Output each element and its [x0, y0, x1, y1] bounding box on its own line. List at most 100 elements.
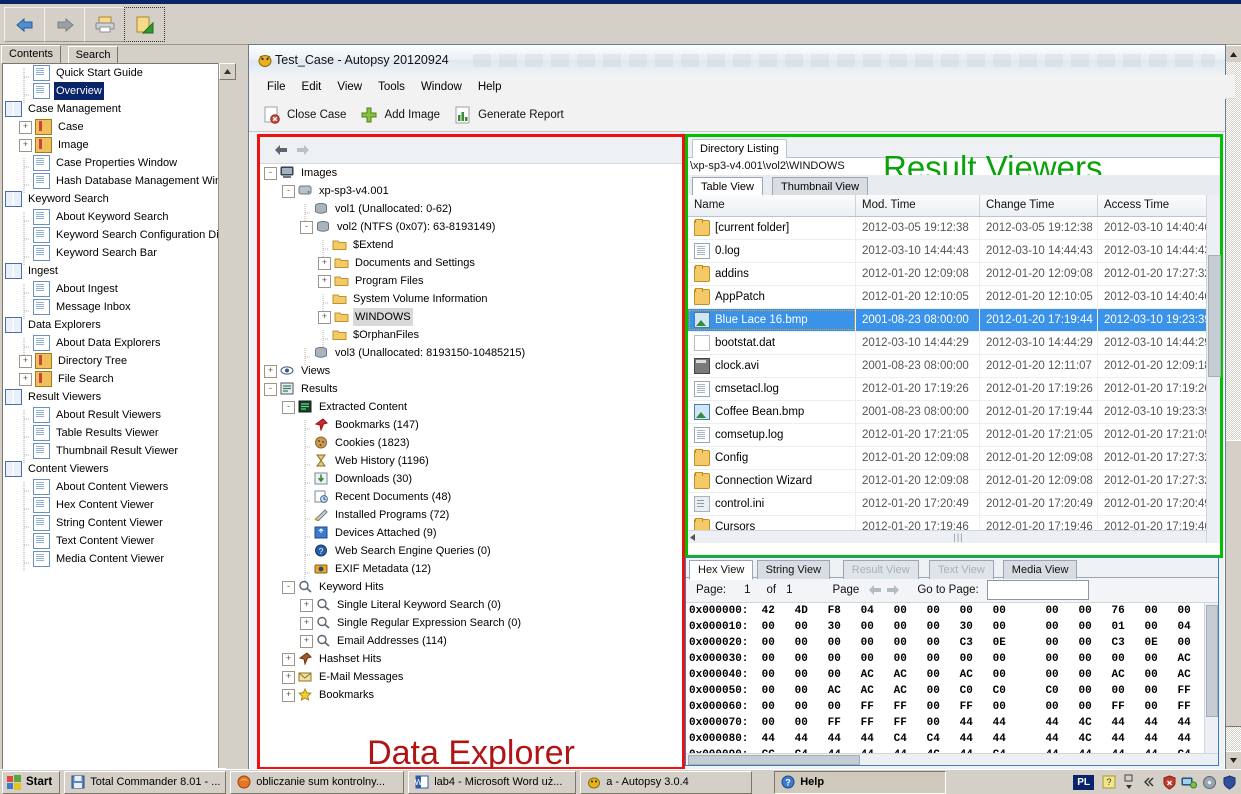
column-header-name[interactable]: Name	[688, 195, 856, 216]
help-tree-item[interactable]: About Keyword Search	[3, 208, 225, 230]
help-tree-item[interactable]: Result Viewers	[3, 388, 225, 406]
dx-tree-item[interactable]: + Hashset Hits	[260, 650, 682, 668]
help-scroll-down-button[interactable]	[1224, 751, 1241, 770]
dx-tree-item[interactable]: $Extend	[260, 236, 682, 258]
help-tree-item[interactable]: + File Search	[3, 370, 225, 388]
table-row[interactable]: Blue Lace 16.bmp 2001-08-23 08:00:00 2012-…	[688, 309, 1220, 332]
tab-directory-listing[interactable]: Directory Listing	[692, 139, 787, 158]
close-case-button[interactable]: Close Case	[263, 106, 346, 124]
dx-tree-item[interactable]: - Results	[260, 380, 682, 398]
help-tree-item[interactable]: Hash Database Management Window	[3, 172, 225, 194]
expand-icon[interactable]: +	[282, 670, 295, 684]
help-tree-item[interactable]: Message Inbox	[3, 298, 225, 320]
shield-red-icon[interactable]	[1160, 773, 1178, 791]
table-row[interactable]: Coffee Bean.bmp 2001-08-23 08:00:00 2012-0…	[688, 401, 1220, 424]
shield-blue-icon[interactable]	[1220, 773, 1238, 791]
help-tree-item[interactable]: About Result Viewers	[3, 406, 225, 428]
tree-scroll-up[interactable]	[219, 63, 236, 80]
help-tree-item[interactable]: Case Management	[3, 100, 225, 118]
dx-back-button[interactable]	[270, 140, 292, 160]
collapse-icon[interactable]: -	[264, 166, 277, 180]
start-button[interactable]: Start	[2, 770, 61, 794]
dx-tree-item[interactable]: + E-Mail Messages	[260, 668, 682, 686]
dx-tree-item[interactable]: ? Web Search Engine Queries (0)	[260, 542, 682, 564]
dx-tree-item[interactable]: EXIF Metadata (12)	[260, 560, 682, 582]
menu-item-file[interactable]: File	[259, 79, 294, 95]
taskbar-task[interactable]: obliczanie sum kontrolny...	[230, 770, 405, 794]
column-header-change-time[interactable]: Change Time	[980, 195, 1098, 216]
dx-tree-item[interactable]: + Program Files	[260, 272, 682, 290]
taskbar-task[interactable]: ? Help	[774, 770, 947, 794]
help-tree-scrollbar[interactable]	[218, 63, 236, 768]
help-tab-contents[interactable]: Contents	[1, 45, 62, 63]
network-icon[interactable]	[1180, 773, 1198, 791]
collapse-icon[interactable]: -	[264, 382, 277, 396]
help-tree-item[interactable]: Hex Content Viewer	[3, 496, 225, 518]
help-tree-item[interactable]: Content Viewers	[3, 460, 225, 478]
help-tree-item[interactable]: About Ingest	[3, 280, 225, 302]
taskbar-task[interactable]: Total Commander 8.01 - ...	[64, 770, 227, 794]
language-indicator[interactable]: PL	[1073, 774, 1094, 790]
dx-tree-item[interactable]: + Single Regular Expression Search (0)	[260, 614, 682, 632]
help-tree-item[interactable]: + Case	[3, 118, 225, 136]
expand-icon[interactable]: +	[19, 120, 32, 134]
help-tree-item[interactable]: Table Results Viewer	[3, 424, 225, 446]
dx-tree-item[interactable]: - Images	[260, 164, 682, 182]
print-button[interactable]	[84, 7, 125, 42]
back-button[interactable]	[4, 7, 45, 42]
expand-icon[interactable]: +	[300, 616, 313, 630]
dx-tree-item[interactable]: + Email Addresses (114)	[260, 632, 682, 650]
help-tree-item[interactable]: Keyword Search Configuration Dialog	[3, 226, 225, 248]
table-row[interactable]: addins 2012-01-20 12:09:08 2012-01-20 12:0…	[688, 263, 1220, 286]
goto-page-input[interactable]	[986, 580, 1089, 600]
expand-icon[interactable]: +	[19, 372, 32, 386]
menu-item-help[interactable]: Help	[470, 79, 510, 95]
taskbar-task[interactable]: a - Autopsy 3.0.4	[580, 770, 753, 794]
next-page-button[interactable]	[885, 583, 901, 597]
dx-tree-item[interactable]: - xp-sp3-v4.001	[260, 182, 682, 200]
directory-listing-table[interactable]: Name Mod. Time Change Time Access Time […	[688, 195, 1220, 543]
help-topic-tree[interactable]: Quick Start Guide Overview Case Management…	[2, 63, 226, 770]
hex-scroll-thumb[interactable]	[1206, 605, 1218, 717]
collapse-icon[interactable]: -	[282, 184, 295, 198]
help-tree-item[interactable]: Keyword Search Bar	[3, 244, 225, 266]
collapse-icon[interactable]: -	[300, 220, 313, 234]
help-tree-item[interactable]: + Directory Tree	[3, 352, 225, 370]
dx-tree-item[interactable]: System Volume Information	[260, 290, 682, 312]
help-tree-item[interactable]: About Content Viewers	[3, 478, 225, 500]
column-header-access-time[interactable]: Access Time	[1098, 195, 1216, 216]
dx-tree-item[interactable]: Installed Programs (72)	[260, 506, 682, 528]
hex-hscroll-thumb[interactable]	[688, 755, 860, 765]
dx-forward-button[interactable]	[292, 140, 314, 160]
help-tree-item[interactable]: Data Explorers	[3, 316, 225, 334]
disc-icon[interactable]	[1200, 773, 1218, 791]
menu-item-window[interactable]: Window	[413, 79, 470, 95]
collapse-icon[interactable]: -	[282, 400, 295, 414]
dx-tree-item[interactable]: Devices Attached (9)	[260, 524, 682, 546]
table-row[interactable]: bootstat.dat 2012-03-10 14:44:29 2012-03-1…	[688, 332, 1220, 355]
hex-horizontal-scrollbar[interactable]	[686, 753, 1218, 765]
prev-page-button[interactable]	[867, 583, 883, 597]
table-row[interactable]: Config 2012-01-20 12:09:08 2012-01-20 12:0…	[688, 447, 1220, 470]
help-tree-item[interactable]: Overview	[3, 82, 225, 104]
table-row[interactable]: [current folder] 2012-03-05 19:12:38 2012-…	[688, 217, 1220, 240]
help-tree-item[interactable]: Thumbnail Result Viewer	[3, 442, 225, 464]
expand-icon[interactable]: +	[318, 256, 331, 270]
help-tree-item[interactable]: Quick Start Guide	[3, 64, 225, 86]
dx-tree-item[interactable]: vol1 (Unallocated: 0-62)	[260, 200, 682, 222]
expand-icon[interactable]: +	[19, 354, 32, 368]
help-tab-search[interactable]: Search	[67, 46, 119, 63]
hex-vertical-scrollbar[interactable]	[1204, 603, 1218, 754]
help-tree-item[interactable]: Text Content Viewer	[3, 532, 225, 554]
collapse-icon[interactable]: -	[282, 580, 295, 594]
generate-report-button[interactable]: Generate Report	[454, 106, 564, 124]
content-tab-hex-view[interactable]: Hex View	[689, 560, 754, 580]
help-tree-item[interactable]: Case Properties Window	[3, 154, 225, 176]
help-tree-item[interactable]: About Data Explorers	[3, 334, 225, 356]
content-tab-string-view[interactable]: String View	[756, 560, 831, 579]
dx-tree-item[interactable]: + WINDOWS	[260, 308, 682, 326]
expand-icon[interactable]: +	[318, 274, 331, 288]
expand-icon[interactable]: +	[300, 598, 313, 612]
scroll-grip[interactable]: |||	[953, 532, 963, 542]
menu-item-tools[interactable]: Tools	[370, 79, 413, 95]
